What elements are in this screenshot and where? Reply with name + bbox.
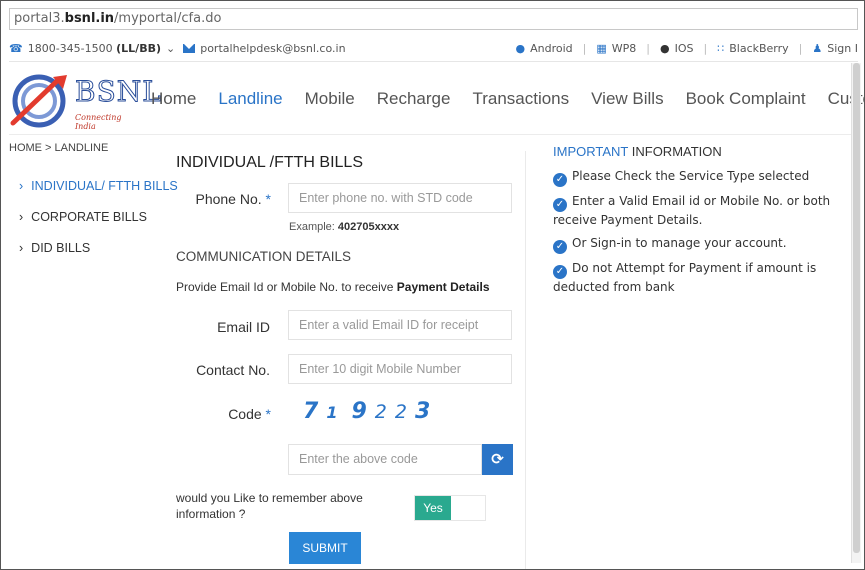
android-link[interactable]: Android (530, 42, 573, 55)
refresh-captcha-button[interactable]: ⟳ (482, 444, 513, 475)
captcha-input[interactable]: Enter the above code (288, 444, 482, 475)
sidebar-item-did[interactable]: › DID BILLS (9, 241, 169, 255)
blackberry-link[interactable]: BlackBerry (729, 42, 788, 55)
captcha-image: 719223 (303, 399, 431, 424)
communication-details-heading: COMMUNICATION DETAILS (176, 249, 352, 264)
contact-label: Contact No. (196, 362, 270, 378)
page-title: INDIVIDUAL /FTTH BILLS (176, 154, 363, 171)
site-header: BSNL Connecting India Home Landline Mobi… (9, 63, 864, 135)
nav-view-bills[interactable]: View Bills (591, 89, 663, 109)
phone-icon: ☎ (9, 42, 23, 55)
bsnl-logo[interactable]: BSNL Connecting India (9, 71, 161, 131)
main-nav: Home Landline Mobile Recharge Transactio… (151, 89, 864, 109)
column-divider (525, 151, 526, 569)
windows-icon: ▦ (596, 42, 607, 55)
check-circle-icon: ✓ (553, 198, 567, 212)
sidebar-item-label: INDIVIDUAL/ FTTH BILLS (31, 179, 178, 193)
code-label: Code * (228, 406, 271, 422)
helpdesk-email[interactable]: portalhelpdesk@bsnl.co.in (200, 42, 345, 55)
url-path: /myportal/cfa.do (114, 11, 222, 26)
url-domain: bsnl.in (64, 11, 115, 26)
helpline-suffix: (LL/BB) (116, 42, 161, 55)
chevron-right-icon: › (19, 210, 24, 224)
sign-in-link[interactable]: Sign I (827, 42, 858, 55)
sidebar-item-label: CORPORATE BILLS (31, 210, 147, 224)
list-item: ✓ Please Check the Service Type selected (553, 168, 853, 187)
email-label: Email ID (217, 319, 270, 335)
remember-info-text: would you Like to remember above informa… (176, 491, 363, 521)
info-list: ✓ Please Check the Service Type selected … (553, 168, 853, 302)
provide-instruction: Provide Email Id or Mobile No. to receiv… (176, 280, 490, 294)
email-input[interactable]: Enter a valid Email ID for receipt (288, 310, 512, 340)
chevron-right-icon: › (19, 241, 24, 255)
logo-tagline: Connecting India (75, 113, 122, 131)
blackberry-icon: ∷ (717, 42, 725, 55)
list-item: ✓ Or Sign-in to manage your account. (553, 235, 853, 254)
refresh-icon: ⟳ (491, 450, 504, 468)
check-circle-icon: ✓ (553, 173, 567, 187)
info-title: IMPORTANT INFORMATION (553, 144, 722, 159)
sidebar-item-corporate[interactable]: › CORPORATE BILLS (9, 210, 169, 224)
nav-home[interactable]: Home (151, 89, 196, 109)
bsnl-logo-icon (10, 74, 67, 128)
chevron-right-icon: › (19, 179, 24, 193)
chevron-down-icon[interactable]: ⌄ (166, 42, 175, 55)
url-prefix: portal3. (14, 11, 65, 26)
phone-label: Phone No. * (195, 191, 271, 207)
contact-input[interactable]: Enter 10 digit Mobile Number (288, 354, 512, 384)
top-info-bar: ☎ 1800-345-1500 (LL/BB) ⌄ portalhelpdesk… (9, 36, 858, 62)
sidebar: › INDIVIDUAL/ FTTH BILLS › CORPORATE BIL… (9, 179, 178, 272)
nav-mobile[interactable]: Mobile (305, 89, 355, 109)
nav-transactions[interactable]: Transactions (472, 89, 569, 109)
logo-text: BSNL (75, 75, 162, 109)
scrollbar-thumb[interactable] (853, 63, 860, 553)
toggle-yes: Yes (415, 496, 451, 520)
helpline-number: 1800-345-1500 (27, 42, 113, 55)
breadcrumb[interactable]: HOME > LANDLINE (9, 142, 108, 154)
list-item: ✓ Do not Attempt for Payment if amount is… (553, 261, 817, 294)
address-bar[interactable]: portal3.bsnl.in/myportal/cfa.do (9, 8, 858, 30)
nav-book-complaint[interactable]: Book Complaint (686, 89, 806, 109)
apple-icon: ● (660, 42, 670, 55)
nav-landline[interactable]: Landline (218, 89, 282, 109)
android-icon: ● (515, 42, 526, 55)
vertical-scrollbar[interactable] (851, 63, 861, 563)
nav-recharge[interactable]: Recharge (377, 89, 451, 109)
mail-icon (183, 44, 196, 53)
submit-button[interactable]: SUBMIT (289, 532, 361, 564)
phone-example: Example: 402705xxxx (289, 221, 400, 233)
remember-toggle[interactable]: Yes (414, 495, 486, 521)
browser-window: portal3.bsnl.in/myportal/cfa.do ☎ 1800-3… (0, 0, 865, 570)
check-circle-icon: ✓ (553, 240, 567, 254)
sidebar-item-label: DID BILLS (31, 241, 91, 255)
wp8-link[interactable]: WP8 (612, 42, 637, 55)
list-item: ✓ Enter a Valid Email id or Mobile No. or… (553, 194, 831, 227)
sidebar-item-individual-ftth[interactable]: › INDIVIDUAL/ FTTH BILLS (9, 179, 178, 193)
ios-link[interactable]: IOS (675, 42, 694, 55)
user-icon: ♟ (812, 42, 823, 55)
phone-input[interactable]: Enter phone no. with STD code (288, 183, 512, 213)
check-circle-icon: ✓ (553, 265, 567, 279)
